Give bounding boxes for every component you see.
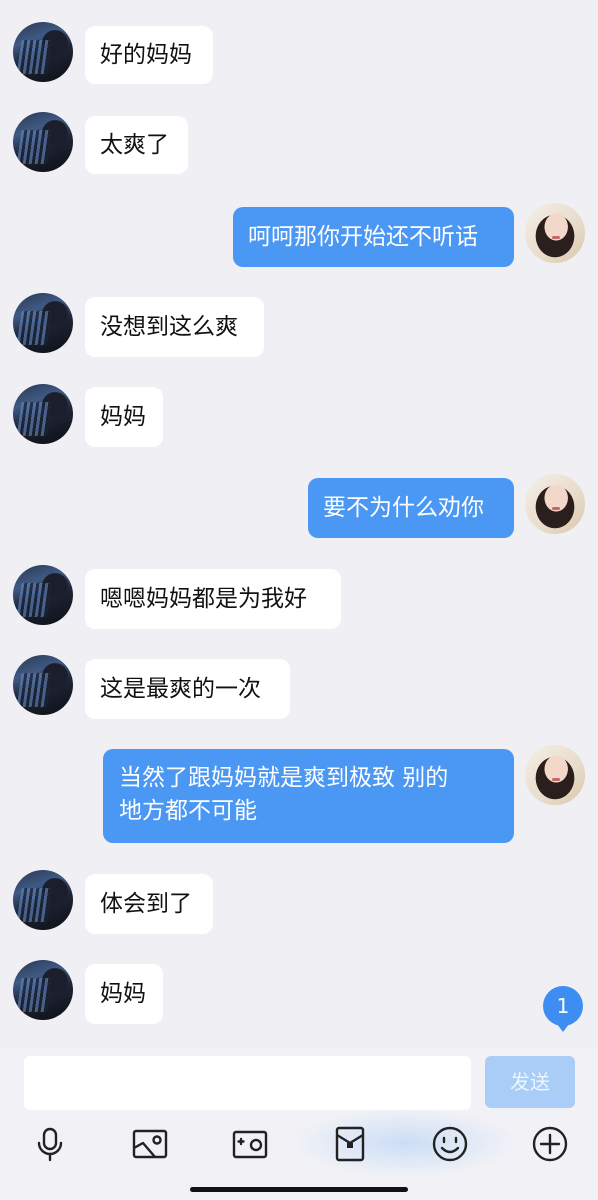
- camera-icon[interactable]: [230, 1124, 270, 1164]
- contact-avatar[interactable]: [13, 384, 73, 444]
- message-line: 地方都不可能: [119, 798, 257, 824]
- send-button[interactable]: 发送: [485, 1056, 575, 1108]
- my-avatar[interactable]: [525, 745, 585, 805]
- incoming-message-bubble[interactable]: 这是最爽的一次: [85, 659, 290, 719]
- unread-count-badge[interactable]: 1: [543, 986, 583, 1032]
- home-indicator[interactable]: [190, 1187, 408, 1192]
- contact-avatar[interactable]: [13, 22, 73, 82]
- contact-avatar[interactable]: [13, 960, 73, 1020]
- contact-avatar[interactable]: [13, 293, 73, 353]
- outgoing-message-bubble[interactable]: 呵呵那你开始还不听话: [233, 207, 514, 267]
- composer-bar: 发送: [0, 1048, 598, 1200]
- red-packet-icon[interactable]: [330, 1124, 370, 1164]
- contact-avatar[interactable]: [13, 565, 73, 625]
- emoji-icon[interactable]: [430, 1124, 470, 1164]
- outgoing-message-bubble[interactable]: 要不为什么劝你: [308, 478, 514, 538]
- composer-toolbar: [0, 1124, 598, 1170]
- incoming-message-bubble[interactable]: 没想到这么爽: [85, 297, 264, 357]
- incoming-message-bubble[interactable]: 好的妈妈: [85, 26, 213, 84]
- outgoing-message-bubble[interactable]: 当然了跟妈妈就是爽到极致 别的 地方都不可能: [103, 749, 514, 843]
- image-icon[interactable]: [130, 1124, 170, 1164]
- message-line: 当然了跟妈妈就是爽到极致 别的: [119, 765, 449, 791]
- incoming-message-bubble[interactable]: 太爽了: [85, 116, 188, 174]
- chat-message-list[interactable]: 好的妈妈 太爽了 呵呵那你开始还不听话 没想到这么爽 妈妈 要不为什么劝你 嗯嗯…: [0, 0, 598, 1048]
- contact-avatar[interactable]: [13, 655, 73, 715]
- incoming-message-bubble[interactable]: 嗯嗯妈妈都是为我好: [85, 569, 341, 629]
- contact-avatar[interactable]: [13, 870, 73, 930]
- incoming-message-bubble[interactable]: 妈妈: [85, 964, 163, 1024]
- contact-avatar[interactable]: [13, 112, 73, 172]
- incoming-message-bubble[interactable]: 妈妈: [85, 387, 163, 447]
- my-avatar[interactable]: [525, 474, 585, 534]
- message-input[interactable]: [24, 1056, 471, 1110]
- incoming-message-bubble[interactable]: 体会到了: [85, 874, 213, 934]
- microphone-icon[interactable]: [30, 1124, 70, 1164]
- plus-icon[interactable]: [530, 1124, 570, 1164]
- my-avatar[interactable]: [525, 203, 585, 263]
